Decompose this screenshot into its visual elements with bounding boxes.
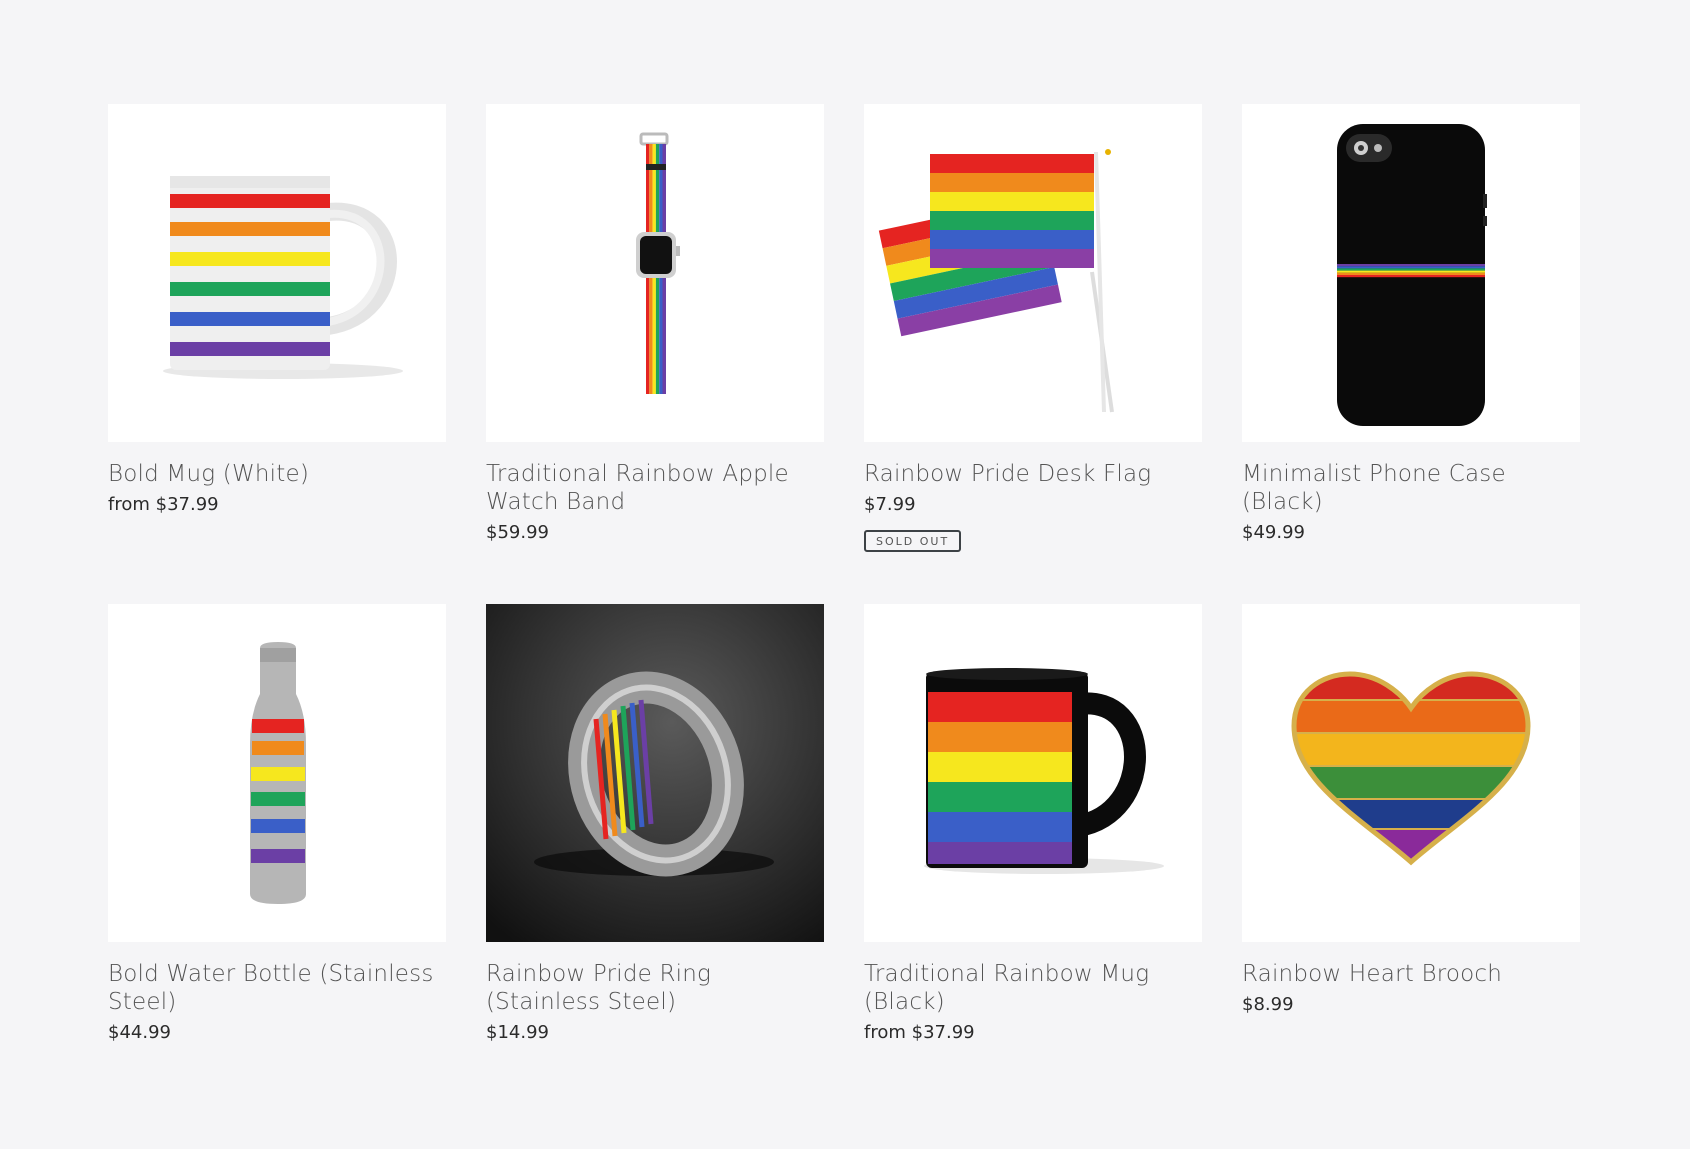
product-title[interactable]: Rainbow Pride Ring (Stainless Steel) — [486, 960, 824, 1016]
product-image-pride-ring[interactable] — [486, 604, 824, 942]
product-card[interactable]: Traditional Rainbow Mug (Black) from $37… — [864, 604, 1202, 1124]
product-price: $44.99 — [108, 1022, 171, 1043]
product-price: from $37.99 — [108, 494, 219, 515]
sold-out-badge: SOLD OUT — [864, 530, 962, 552]
product-grid: Bold Mug (White) from $37.99 Traditional… — [108, 104, 1580, 1124]
product-title[interactable]: Rainbow Heart Brooch — [1242, 960, 1580, 988]
product-price: from $37.99 — [864, 1022, 975, 1043]
product-price: $14.99 — [486, 1022, 549, 1043]
product-title[interactable]: Minimalist Phone Case (Black) — [1242, 460, 1580, 516]
product-card[interactable]: Minimalist Phone Case (Black) $49.99 — [1242, 104, 1580, 604]
product-image-mug-black[interactable] — [864, 604, 1202, 942]
product-title[interactable]: Bold Mug (White) — [108, 460, 446, 488]
product-image-water-bottle[interactable] — [108, 604, 446, 942]
product-card[interactable]: Rainbow Pride Desk Flag $7.99 SOLD OUT — [864, 104, 1202, 604]
product-title[interactable]: Traditional Rainbow Mug (Black) — [864, 960, 1202, 1016]
product-image-phone-case[interactable] — [1242, 104, 1580, 442]
product-title[interactable]: Bold Water Bottle (Stainless Steel) — [108, 960, 446, 1016]
product-price: $8.99 — [1242, 994, 1294, 1015]
product-card[interactable]: Bold Water Bottle (Stainless Steel) $44.… — [108, 604, 446, 1124]
product-card[interactable]: Rainbow Pride Ring (Stainless Steel) $14… — [486, 604, 824, 1124]
product-title[interactable]: Traditional Rainbow Apple Watch Band — [486, 460, 824, 516]
product-title[interactable]: Rainbow Pride Desk Flag — [864, 460, 1202, 488]
product-image-watch-band[interactable] — [486, 104, 824, 442]
product-image-heart-brooch[interactable] — [1242, 604, 1580, 942]
product-card[interactable]: Traditional Rainbow Apple Watch Band $59… — [486, 104, 824, 604]
product-image-desk-flag[interactable] — [864, 104, 1202, 442]
product-card[interactable]: Rainbow Heart Brooch $8.99 — [1242, 604, 1580, 1124]
product-price: $59.99 — [486, 522, 549, 543]
product-card[interactable]: Bold Mug (White) from $37.99 — [108, 104, 446, 604]
product-price: $49.99 — [1242, 522, 1305, 543]
product-image-mug-white[interactable] — [108, 104, 446, 442]
product-price: $7.99 — [864, 494, 916, 515]
